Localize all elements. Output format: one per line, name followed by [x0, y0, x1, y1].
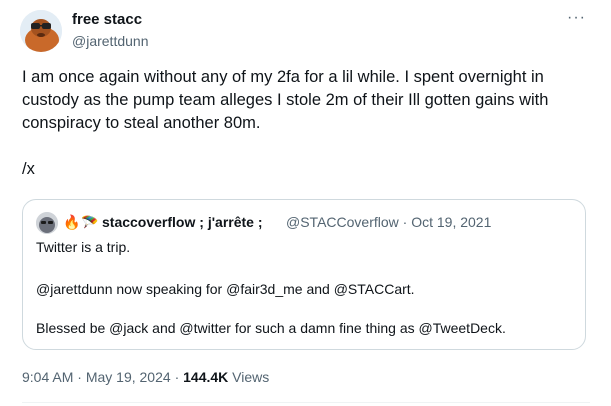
meta-separator: · — [402, 214, 408, 230]
quoted-author-meta: @STACCoverflow · Oct 19, 2021 — [286, 214, 491, 230]
quoted-text-line-1: Twitter is a trip. — [36, 239, 131, 255]
quoted-author-handle[interactable]: @STACCoverflow — [286, 214, 399, 230]
parachute-emoji-icon: 🪂 — [81, 214, 99, 230]
quoted-tweet-date[interactable]: Oct 19, 2021 — [411, 214, 491, 230]
quoted-author-name[interactable]: staccoverflow ; j'arrête ; — [102, 214, 263, 230]
divider — [22, 402, 590, 403]
tweet-time[interactable]: 9:04 AM — [22, 369, 73, 385]
tweet-meta: 9:04 AM · May 19, 2024 · 144.4K Views — [22, 369, 269, 385]
author-name[interactable]: free stacc — [72, 11, 142, 28]
quoted-author-avatar — [36, 212, 58, 234]
view-count: 144.4K — [183, 369, 229, 385]
quoted-text-line-2: @jarettdunn now speaking for @fair3d_me … — [36, 281, 415, 297]
author-avatar[interactable] — [20, 10, 62, 52]
more-options-icon[interactable]: ··· — [567, 10, 586, 26]
fire-emoji-icon: 🔥 — [63, 214, 81, 230]
tweet-text: I am once again without any of my 2fa fo… — [22, 68, 549, 178]
quoted-text-line-3: Blessed be @jack and @twitter for such a… — [36, 320, 506, 336]
quoted-tweet[interactable]: 🔥 🪂 staccoverflow ; j'arrête ; @STACCove… — [22, 199, 586, 350]
meta-separator: · — [77, 369, 82, 385]
tweet-date[interactable]: May 19, 2024 — [86, 369, 171, 385]
views-label: Views — [232, 369, 270, 385]
tweet: free stacc @jarettdunn ··· I am once aga… — [0, 0, 611, 406]
meta-separator: · — [174, 369, 180, 385]
author-handle[interactable]: @jarettdunn — [72, 33, 148, 49]
